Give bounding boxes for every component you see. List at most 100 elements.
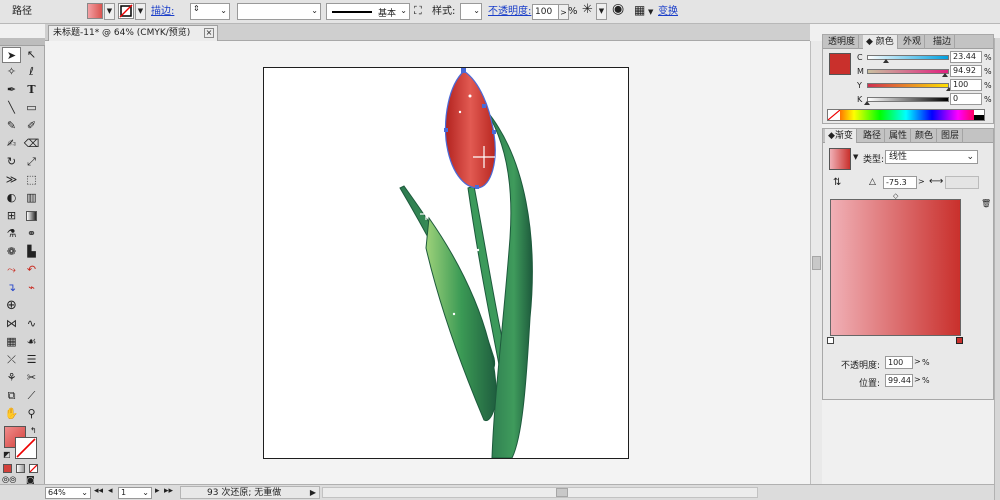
stroke-color-box[interactable] <box>15 437 37 459</box>
variable-width-profile[interactable]: ⌄ <box>237 3 321 20</box>
stop-position-dropdown[interactable]: > <box>914 375 921 384</box>
pen-tool-icon[interactable]: ✒ <box>2 82 21 98</box>
rectangle-tool-icon[interactable]: ▭ <box>22 100 41 116</box>
last-page-icon[interactable]: ▸▸ <box>164 486 173 496</box>
rotate-tool-icon[interactable]: ↻ <box>2 154 21 170</box>
channel-value-input[interactable]: 23.44 <box>950 51 982 63</box>
panel-grip[interactable] <box>0 38 45 46</box>
warp-tool-icon[interactable]: ∿ <box>22 316 41 332</box>
align-icon[interactable]: ▦ <box>634 4 645 16</box>
artboard[interactable] <box>263 67 629 459</box>
zoom-tool-icon[interactable]: ⚲ <box>22 406 41 422</box>
transform-link[interactable]: 变换 <box>658 6 678 18</box>
status-menu-icon[interactable]: ▶ <box>310 487 316 499</box>
swap-colors-icon[interactable]: ↰ <box>30 426 37 435</box>
vertical-scrollbar[interactable] <box>810 41 822 484</box>
next-page-icon[interactable]: ▸ <box>155 486 160 496</box>
tulip-artwork[interactable] <box>264 68 628 459</box>
channel-slider[interactable] <box>867 69 949 74</box>
close-icon[interactable]: × <box>204 28 214 38</box>
brush-definition-dropdown[interactable]: 基本 ⌄ <box>326 3 410 20</box>
symbol-sprayer-tool-icon[interactable]: ❁ <box>2 244 21 260</box>
color-spectrum-bar[interactable] <box>827 109 985 121</box>
h-scroll-thumb[interactable] <box>556 488 568 497</box>
gradient-stop-start[interactable] <box>827 337 834 344</box>
channel-slider[interactable] <box>867 55 949 60</box>
width-tool-icon[interactable]: ≫ <box>2 172 21 188</box>
magic-wand-tool-icon[interactable]: ✧ <box>2 64 21 80</box>
tab-transparency[interactable]: 透明度 <box>825 35 860 49</box>
default-colors-icon[interactable]: ◩ <box>3 450 11 459</box>
paintbrush-tool-icon[interactable]: ✎ <box>2 118 21 134</box>
tab-color-guide[interactable]: 颜色 <box>912 129 938 143</box>
tab-color[interactable]: ◆ 颜色 <box>863 35 898 49</box>
direct-selection-tool-icon[interactable]: ↖ <box>22 47 41 63</box>
eyedropper-tool-icon[interactable]: ⚗ <box>2 226 21 242</box>
stop-position-input[interactable]: 99.44 <box>885 374 913 387</box>
anchor-add-tool-icon[interactable]: ⤳ <box>2 262 21 278</box>
channel-value-input[interactable]: 94.92 <box>950 65 982 77</box>
recolor-artwork-icon[interactable]: ✳ <box>582 3 593 16</box>
gradient-stop-end[interactable] <box>956 337 963 344</box>
type-tool-icon[interactable]: T <box>22 82 41 98</box>
shape-builder-tool-icon[interactable]: ◐ <box>2 190 21 206</box>
horizontal-scrollbar[interactable] <box>322 487 758 498</box>
selection-tool-icon[interactable]: ➤ <box>2 47 21 63</box>
perspective-grid-tool-icon[interactable]: ▥ <box>22 190 41 206</box>
first-page-icon[interactable]: ◂◂ <box>94 486 103 496</box>
angle-input[interactable]: -75.3 <box>883 176 917 189</box>
gradient-type-select[interactable]: 线性 ⌄ <box>885 150 978 164</box>
graphic-style-swatch[interactable]: ⌄ <box>460 3 482 20</box>
channel-value-input[interactable]: 0 <box>950 93 982 105</box>
slider-handle[interactable] <box>941 73 948 77</box>
free-transform-tool-icon[interactable]: ⬚ <box>22 172 41 188</box>
black-chip[interactable] <box>974 115 984 120</box>
eraser-tool-icon[interactable]: ⌫ <box>22 136 41 152</box>
none-mode-button[interactable] <box>29 464 38 473</box>
stroke-link[interactable]: 描边: <box>151 6 174 18</box>
channel-slider[interactable] <box>867 83 949 88</box>
path-tool-icon[interactable]: ⤫ <box>2 352 21 368</box>
crosshair-tool-icon[interactable]: ⊕ <box>2 298 21 314</box>
mesh-tool-icon[interactable]: ⊞ <box>2 208 21 224</box>
gradient-tool-icon[interactable] <box>22 208 41 224</box>
blob-brush-tool-icon[interactable]: ✍ <box>2 136 21 152</box>
gradient-mode-button[interactable] <box>16 464 25 473</box>
slice-tool-icon[interactable]: ⟋ <box>22 388 41 404</box>
pencil-tool-icon[interactable]: ✐ <box>22 118 41 134</box>
slider-handle[interactable] <box>883 59 890 63</box>
color-mode-button[interactable] <box>3 464 12 473</box>
stroke-swatch[interactable] <box>118 3 134 19</box>
gradient-swatch-dropdown[interactable]: ▼ <box>853 153 858 161</box>
none-color-chip[interactable] <box>827 109 841 121</box>
reverse-gradient-icon[interactable]: ⇅ <box>833 177 841 188</box>
blend-tool-icon[interactable]: ⚭ <box>22 226 41 242</box>
transform-icon[interactable]: ⛶ <box>414 5 422 17</box>
tab-layers[interactable]: 图层 <box>938 129 964 143</box>
curve-tool-icon[interactable]: ↶ <box>22 262 41 278</box>
fill-dropdown[interactable]: ▼ <box>104 3 115 20</box>
fill-swatch[interactable] <box>87 3 103 19</box>
artboard-tool-icon[interactable]: ⧉ <box>2 388 21 404</box>
scale-tool-icon[interactable]: ⤢ <box>22 154 41 170</box>
stop-opacity-dropdown[interactable]: > <box>914 357 921 366</box>
stroke-dropdown[interactable]: ▼ <box>135 3 146 20</box>
gradient-swatch[interactable] <box>829 148 851 170</box>
tab-attributes[interactable]: 属性 <box>886 129 912 143</box>
eyedropper-alt-tool-icon[interactable]: ⚘ <box>2 370 21 386</box>
column-graph-tool-icon[interactable]: ▙ <box>22 244 41 260</box>
page-select[interactable]: 1 ⌄ <box>118 487 152 499</box>
convert-anchor-tool-icon[interactable]: ↴ <box>2 280 21 296</box>
grid-tool-icon[interactable]: ▦ <box>2 334 21 350</box>
isolate-object-icon[interactable]: ◉ <box>612 2 624 16</box>
prev-page-icon[interactable]: ◂ <box>108 486 113 496</box>
canvas-area[interactable] <box>45 41 810 484</box>
line-tool-icon[interactable]: ╲ <box>2 100 21 116</box>
status-info-field[interactable]: 93 次还原; 无重做 ▶ <box>180 486 320 499</box>
measure-tool-icon[interactable]: ✂ <box>22 370 41 386</box>
channel-slider[interactable] <box>867 97 949 102</box>
tab-pathfinder[interactable]: 路径 <box>860 129 886 143</box>
tab-stroke[interactable]: 描边 <box>930 35 956 49</box>
smooth-tool-icon[interactable]: ⌁ <box>22 280 41 296</box>
puppet-tool-icon[interactable]: ☙ <box>22 334 41 350</box>
